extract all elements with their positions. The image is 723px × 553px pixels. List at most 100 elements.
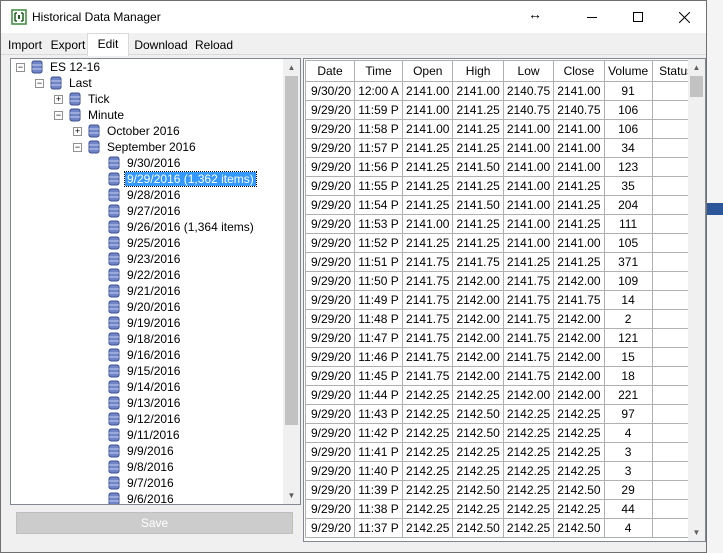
cell-close[interactable]: 2142.00 <box>553 366 605 386</box>
cell-date[interactable]: 9/29/20 <box>304 271 356 291</box>
cell-high[interactable]: 2141.75 <box>452 252 504 272</box>
cell-high[interactable]: 2142.25 <box>452 385 504 405</box>
cell-low[interactable]: 2140.75 <box>502 100 555 120</box>
cell-high[interactable]: 2142.50 <box>452 480 504 500</box>
cell-open[interactable]: 2141.75 <box>402 309 454 329</box>
save-button[interactable]: Save <box>16 512 293 534</box>
table-row[interactable]: 9/29/20 11:51 P 2141.75 2141.75 2141.25 2141.… <box>304 252 701 272</box>
cell-time[interactable]: 11:52 P <box>354 233 404 253</box>
table-row[interactable]: 9/29/20 11:48 P 2141.75 2142.00 2141.75 2142.… <box>304 309 701 329</box>
cell-volume[interactable]: 106 <box>603 100 653 120</box>
cell-low[interactable]: 2142.25 <box>502 518 555 538</box>
table-row[interactable]: 9/29/20 11:39 P 2142.25 2142.50 2142.25 2142.… <box>304 480 701 500</box>
cell-open[interactable]: 2141.00 <box>402 81 454 101</box>
cell-open[interactable]: 2142.25 <box>402 442 454 462</box>
cell-high[interactable]: 2142.00 <box>452 328 504 348</box>
tree-scrollbar[interactable]: ▲ ▼ <box>283 59 300 504</box>
table-row[interactable]: 9/29/20 11:59 P 2141.00 2141.25 2140.75 2140.… <box>304 100 701 120</box>
cell-volume[interactable]: 105 <box>603 233 653 253</box>
cell-high[interactable]: 2141.50 <box>452 195 504 215</box>
tree-node-day[interactable]: 9/30/2016 <box>108 155 182 171</box>
table-row[interactable]: 9/29/20 11:43 P 2142.25 2142.50 2142.25 2142.… <box>304 404 701 424</box>
collapse-icon[interactable]: − <box>35 78 44 88</box>
cell-low[interactable]: 2141.75 <box>502 347 555 367</box>
cell-time[interactable]: 11:54 P <box>354 195 404 215</box>
table-row[interactable]: 9/29/20 11:57 P 2141.25 2141.25 2141.00 2141.… <box>304 138 701 158</box>
cell-time[interactable]: 11:37 P <box>354 518 404 538</box>
cell-high[interactable]: 2142.00 <box>452 290 504 310</box>
cell-close[interactable]: 2142.25 <box>553 404 605 424</box>
cell-high[interactable]: 2142.00 <box>452 271 504 291</box>
cell-open[interactable]: 2141.75 <box>402 271 454 291</box>
table-row[interactable]: 9/29/20 11:52 P 2141.25 2141.25 2141.00 2141.… <box>304 233 701 253</box>
cell-time[interactable]: 11:46 P <box>354 347 404 367</box>
cell-close[interactable]: 2142.50 <box>553 480 605 500</box>
cell-date[interactable]: 9/29/20 <box>304 480 356 500</box>
cell-close[interactable]: 2141.00 <box>553 157 605 177</box>
cell-volume[interactable]: 44 <box>603 499 653 519</box>
cell-close[interactable]: 2142.00 <box>553 347 605 367</box>
cell-time[interactable]: 11:56 P <box>354 157 404 177</box>
tree-scroll-thumb[interactable] <box>285 76 298 425</box>
cell-volume[interactable]: 14 <box>603 290 653 310</box>
tree-node-day[interactable]: 9/14/2016 <box>108 379 182 395</box>
scroll-down-arrow-icon[interactable]: ▼ <box>688 524 705 541</box>
tree-node-minute[interactable]: − Minute <box>54 107 126 123</box>
cell-high[interactable]: 2142.50 <box>452 404 504 424</box>
cell-close[interactable]: 2141.25 <box>553 214 605 234</box>
cell-low[interactable]: 2141.00 <box>502 214 555 234</box>
cell-high[interactable]: 2142.00 <box>452 366 504 386</box>
table-row[interactable]: 9/29/20 11:40 P 2142.25 2142.25 2142.25 2142.… <box>304 461 701 481</box>
cell-high[interactable]: 2141.00 <box>452 81 504 101</box>
collapse-icon[interactable]: − <box>16 62 25 72</box>
table-row[interactable]: 9/29/20 11:49 P 2141.75 2142.00 2141.75 2141.… <box>304 290 701 310</box>
cell-low[interactable]: 2142.25 <box>502 480 555 500</box>
cell-high[interactable]: 2142.25 <box>452 442 504 462</box>
cell-volume[interactable]: 221 <box>603 385 653 405</box>
column-header-open[interactable]: Open <box>402 60 454 82</box>
tree-node-root[interactable]: − ES 12-16 <box>16 59 102 75</box>
cell-volume[interactable]: 371 <box>603 252 653 272</box>
cell-low[interactable]: 2141.25 <box>502 252 555 272</box>
cell-date[interactable]: 9/29/20 <box>304 366 356 386</box>
cell-open[interactable]: 2141.00 <box>402 119 454 139</box>
cell-close[interactable]: 2141.00 <box>553 233 605 253</box>
cell-time[interactable]: 11:53 P <box>354 214 404 234</box>
tree-node-last[interactable]: − Last <box>35 75 94 91</box>
cell-time[interactable]: 11:58 P <box>354 119 404 139</box>
cell-time[interactable]: 11:40 P <box>354 461 404 481</box>
tree-node-day[interactable]: 9/16/2016 <box>108 347 182 363</box>
cell-open[interactable]: 2141.75 <box>402 290 454 310</box>
cell-open[interactable]: 2141.25 <box>402 195 454 215</box>
cell-high[interactable]: 2142.00 <box>452 309 504 329</box>
cell-open[interactable]: 2142.25 <box>402 480 454 500</box>
tree-node-day[interactable]: 9/20/2016 <box>108 299 182 315</box>
cell-close[interactable]: 2142.25 <box>553 461 605 481</box>
table-row[interactable]: 9/29/20 11:50 P 2141.75 2142.00 2141.75 2142.… <box>304 271 701 291</box>
cell-high[interactable]: 2141.25 <box>452 176 504 196</box>
tree-node-day[interactable]: 9/12/2016 <box>108 411 182 427</box>
cell-low[interactable]: 2141.75 <box>502 271 555 291</box>
column-header-low[interactable]: Low <box>502 60 555 82</box>
cell-open[interactable]: 2142.25 <box>402 518 454 538</box>
cell-low[interactable]: 2141.00 <box>502 119 555 139</box>
table-row[interactable]: 9/29/20 11:56 P 2141.25 2141.50 2141.00 2141.… <box>304 157 701 177</box>
cell-volume[interactable]: 123 <box>603 157 653 177</box>
cell-volume[interactable]: 4 <box>603 423 653 443</box>
cell-date[interactable]: 9/29/20 <box>304 499 356 519</box>
table-row[interactable]: 9/29/20 11:44 P 2142.25 2142.25 2142.00 2142.… <box>304 385 701 405</box>
instrument-tree[interactable]: − ES 12-16 − Last + Tick − Minute + Octo… <box>10 58 301 505</box>
table-row[interactable]: 9/29/20 11:55 P 2141.25 2141.25 2141.00 2141.… <box>304 176 701 196</box>
cell-open[interactable]: 2142.25 <box>402 385 454 405</box>
table-row[interactable]: 9/29/20 11:47 P 2141.75 2142.00 2141.75 2142.… <box>304 328 701 348</box>
cell-open[interactable]: 2141.25 <box>402 233 454 253</box>
cell-date[interactable]: 9/29/20 <box>304 423 356 443</box>
cell-open[interactable]: 2142.25 <box>402 499 454 519</box>
cell-date[interactable]: 9/29/20 <box>304 404 356 424</box>
close-button[interactable] <box>661 1 707 33</box>
cell-date[interactable]: 9/30/20 <box>304 81 356 101</box>
cell-time[interactable]: 11:45 P <box>354 366 404 386</box>
scroll-up-arrow-icon[interactable]: ▲ <box>283 59 300 76</box>
cell-volume[interactable]: 29 <box>603 480 653 500</box>
cell-open[interactable]: 2142.25 <box>402 461 454 481</box>
